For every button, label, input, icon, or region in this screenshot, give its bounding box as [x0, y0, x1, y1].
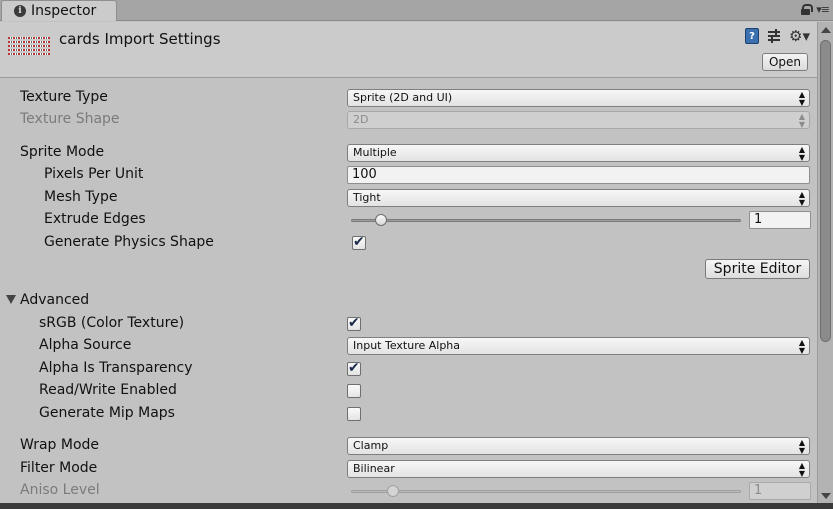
dropdown-arrows-icon: ▲ ▼: [798, 461, 805, 478]
info-icon: i: [14, 5, 26, 17]
help-icon[interactable]: ?: [745, 28, 760, 44]
page-title: cards Import Settings: [59, 30, 221, 48]
generate-physics-shape-checkbox[interactable]: [352, 234, 366, 250]
generate-mip-maps-checkbox[interactable]: [347, 407, 361, 421]
extrude-edges-label: Extrude Edges: [44, 211, 146, 227]
texture-type-dropdown[interactable]: Sprite (2D and UI) ▲ ▼: [347, 89, 810, 107]
pixels-per-unit-label: Pixels Per Unit: [44, 166, 144, 182]
slider-track[interactable]: [351, 219, 741, 222]
read-write-row: Read/Write Enabled: [0, 381, 817, 401]
lock-icon[interactable]: [801, 4, 814, 15]
bottom-edge: [0, 503, 833, 509]
pixels-per-unit-row: Pixels Per Unit 100: [0, 165, 817, 185]
texture-shape-dropdown: 2D ▲ ▼: [347, 111, 810, 129]
mesh-type-dropdown[interactable]: Tight ▲ ▼: [347, 189, 810, 207]
generate-physics-shape-label: Generate Physics Shape: [44, 234, 214, 250]
advanced-foldout[interactable]: Advanced: [0, 291, 817, 311]
aniso-level-label: Aniso Level: [20, 482, 100, 498]
texture-shape-label: Texture Shape: [20, 111, 120, 127]
filter-mode-label: Filter Mode: [20, 460, 98, 476]
read-write-control: [345, 382, 361, 400]
dropdown-arrows-icon: ▲ ▼: [798, 438, 805, 455]
slider-thumb: [386, 485, 399, 497]
sprite-mode-dropdown[interactable]: Multiple ▲ ▼: [347, 144, 810, 162]
wrap-mode-label: Wrap Mode: [20, 437, 100, 453]
wrap-mode-row: Wrap Mode Clamp ▲ ▼: [0, 436, 817, 456]
extrude-edges-row: Extrude Edges 1: [0, 210, 817, 230]
texture-type-label: Texture Type: [20, 89, 108, 105]
alpha-source-dropdown[interactable]: Input Texture Alpha ▲ ▼: [347, 337, 810, 355]
alpha-is-transparency-control: [345, 360, 361, 378]
alpha-source-label: Alpha Source: [39, 337, 132, 353]
wrap-mode-value: Clamp: [353, 439, 389, 452]
tab-label: Inspector: [31, 3, 97, 19]
generate-mip-maps-control: [345, 405, 361, 423]
generate-physics-shape-control: [350, 234, 366, 252]
dropdown-arrows-icon: ▲ ▼: [798, 145, 805, 162]
srgb-row: sRGB (Color Texture): [0, 314, 817, 334]
foldout-arrow-icon[interactable]: [6, 295, 16, 304]
generate-physics-shape-row: Generate Physics Shape: [0, 233, 817, 253]
alpha-source-row: Alpha Source Input Texture Alpha ▲ ▼: [0, 336, 817, 356]
scroll-thumb[interactable]: [820, 40, 831, 342]
srgb-checkbox[interactable]: [347, 315, 361, 331]
alpha-is-transparency-label: Alpha Is Transparency: [39, 360, 193, 376]
tab-bar: i Inspector ▾≡: [0, 0, 833, 21]
sprite-mode-label: Sprite Mode: [20, 144, 105, 160]
generate-mip-maps-label: Generate Mip Maps: [39, 405, 175, 421]
generate-mip-maps-row: Generate Mip Maps: [0, 404, 817, 424]
wrap-mode-dropdown[interactable]: Clamp ▲ ▼: [347, 437, 810, 455]
scroll-down-arrow-icon[interactable]: [821, 493, 831, 499]
filter-mode-dropdown[interactable]: Bilinear ▲ ▼: [347, 460, 810, 478]
read-write-label: Read/Write Enabled: [39, 382, 177, 398]
sprite-editor-button[interactable]: Sprite Editor: [705, 259, 810, 279]
filter-mode-value: Bilinear: [353, 462, 395, 475]
srgb-control: [345, 315, 361, 333]
dropdown-arrows-icon: ▲ ▼: [798, 90, 805, 107]
texture-type-row: Texture Type Sprite (2D and UI) ▲ ▼: [0, 88, 817, 108]
vertical-scrollbar[interactable]: [817, 22, 833, 504]
dropdown-arrows-icon: ▲ ▼: [798, 190, 805, 207]
header-icons: ? ⚙▾: [745, 28, 810, 44]
tab-menu-icon[interactable]: ▾≡: [816, 3, 830, 16]
tab-tools: ▾≡: [801, 3, 830, 16]
texture-type-value: Sprite (2D and UI): [353, 91, 453, 104]
advanced-label: Advanced: [20, 292, 90, 308]
extrude-edges-field[interactable]: 1: [749, 211, 811, 229]
pixels-per-unit-field[interactable]: 100: [347, 166, 810, 184]
aniso-level-slider: 1: [347, 482, 817, 500]
slider-thumb[interactable]: [374, 214, 387, 226]
gear-icon[interactable]: ⚙▾: [789, 29, 810, 44]
extrude-edges-slider: 1: [347, 211, 817, 229]
mesh-type-value: Tight: [353, 191, 381, 204]
dropdown-arrows-icon: ▲ ▼: [798, 112, 805, 129]
mesh-type-label: Mesh Type: [44, 189, 118, 205]
filter-mode-row: Filter Mode Bilinear ▲ ▼: [0, 459, 817, 479]
presets-icon[interactable]: [767, 29, 781, 43]
aniso-level-field: 1: [749, 482, 811, 500]
texture-shape-value: 2D: [353, 113, 369, 126]
open-button[interactable]: Open: [762, 53, 808, 71]
alpha-is-transparency-row: Alpha Is Transparency: [0, 359, 817, 379]
sprite-mode-row: Sprite Mode Multiple ▲ ▼: [0, 143, 817, 163]
srgb-label: sRGB (Color Texture): [39, 315, 185, 331]
texture-thumbnail: [8, 37, 50, 57]
sprite-mode-value: Multiple: [353, 146, 397, 159]
inspector-header: cards Import Settings ? ⚙▾ Open: [0, 22, 817, 78]
texture-shape-row: Texture Shape 2D ▲ ▼: [0, 110, 817, 130]
read-write-checkbox[interactable]: [347, 384, 361, 398]
alpha-source-value: Input Texture Alpha: [353, 339, 461, 352]
aniso-level-row: Aniso Level 1: [0, 481, 817, 501]
dropdown-arrows-icon: ▲ ▼: [798, 338, 805, 355]
tab-inspector[interactable]: i Inspector: [1, 0, 117, 21]
scroll-up-arrow-icon[interactable]: [821, 27, 831, 33]
mesh-type-row: Mesh Type Tight ▲ ▼: [0, 188, 817, 208]
alpha-is-transparency-checkbox[interactable]: [347, 360, 361, 376]
slider-track: [351, 490, 741, 493]
